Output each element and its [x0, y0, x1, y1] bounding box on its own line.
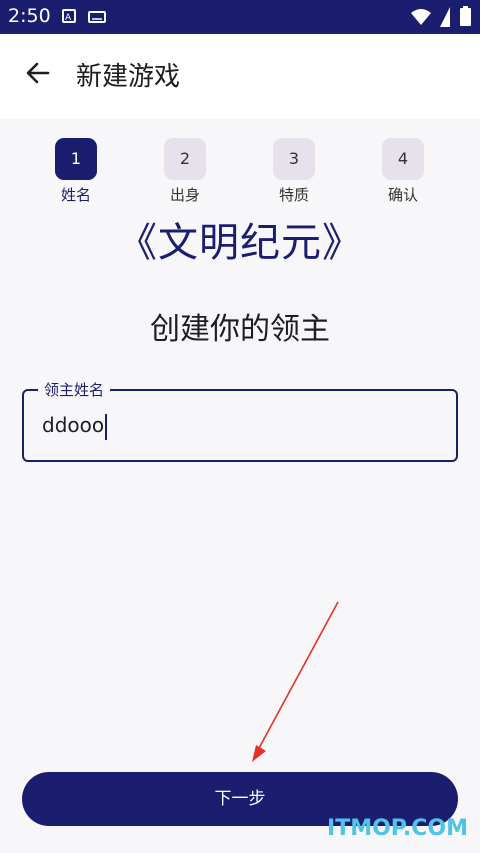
battery-icon	[460, 6, 471, 26]
game-title: 《文明纪元》	[117, 220, 363, 266]
signal-icon	[440, 7, 450, 27]
app-bar: 新建游戏	[0, 34, 480, 118]
step-label: 确认	[387, 186, 418, 204]
step-label: 姓名	[60, 186, 91, 204]
step-2[interactable]: 2 出身	[155, 138, 215, 205]
text-caret	[105, 413, 108, 440]
subtitle: 创建你的领主	[150, 312, 330, 347]
page-title: 新建游戏	[76, 62, 181, 92]
watermark-logo: ITMOP.COM	[327, 816, 468, 841]
step-3[interactable]: 3 特质	[264, 138, 324, 205]
status-time: 2:50	[8, 5, 51, 27]
wifi-icon	[411, 9, 431, 25]
step-1[interactable]: 1 姓名	[46, 138, 106, 205]
keyboard-icon	[88, 11, 106, 23]
lord-name-label: 领主姓名	[38, 379, 111, 400]
step-number: 3	[273, 138, 315, 180]
status-bar: 2:50 A	[0, 0, 480, 34]
arrow-left-icon[interactable]	[22, 57, 54, 89]
step-indicator: 1 姓名 2 出身 3 特质 4 确认	[0, 138, 480, 208]
lord-name-field[interactable]: 领主姓名 ddooo	[22, 379, 458, 462]
step-4[interactable]: 4 确认	[373, 138, 433, 205]
lord-name-input[interactable]: ddooo	[42, 413, 108, 440]
step-number: 1	[55, 138, 97, 180]
svg-text:A: A	[65, 13, 72, 21]
notification-a-icon: A	[62, 9, 76, 23]
step-label: 特质	[278, 186, 309, 204]
lord-name-value: ddooo	[42, 413, 105, 437]
step-number: 2	[164, 138, 206, 180]
step-label: 出身	[169, 186, 200, 204]
step-number: 4	[382, 138, 424, 180]
